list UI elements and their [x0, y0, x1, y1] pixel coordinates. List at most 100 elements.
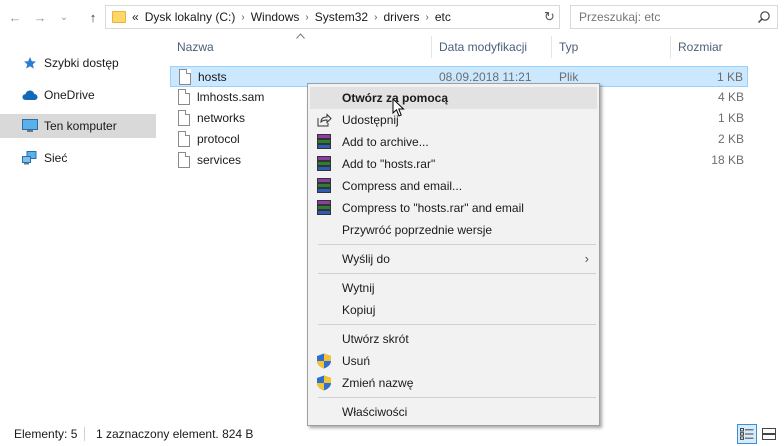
back-arrow-icon: ← — [8, 9, 22, 25]
computer-icon — [22, 118, 38, 134]
forward-arrow-icon: → — [33, 9, 47, 25]
large-icons-view-button[interactable] — [759, 424, 779, 444]
breadcrumb-item-etc[interactable]: etc — [435, 10, 451, 24]
recent-locations-button[interactable]: ⌄ — [57, 6, 71, 28]
file-size: 2 KB — [717, 132, 744, 146]
status-bar: Elementy: 5 1 zaznaczony element. 824 B — [0, 422, 784, 446]
menu-item-label: Kopiuj — [342, 303, 376, 317]
menu-item-cut[interactable]: Wytnij — [310, 277, 597, 299]
menu-item-label: Wytnij — [342, 281, 375, 295]
column-header-label: Nazwa — [177, 40, 214, 54]
file-date: 08.09.2018 11:21 — [439, 70, 532, 84]
winrar-icon — [316, 156, 332, 172]
status-separator — [84, 427, 85, 441]
menu-item-compress-and-email[interactable]: Compress and email... — [310, 175, 597, 197]
menu-item-label: Add to archive... — [342, 135, 429, 149]
column-header-name[interactable]: Nazwa — [170, 36, 432, 58]
column-header-date[interactable]: Data modyfikacji — [432, 36, 552, 58]
file-type: Plik — [559, 70, 579, 84]
menu-item-create-shortcut[interactable]: Utwórz skrót — [310, 328, 597, 350]
column-header-type[interactable]: Typ — [552, 36, 671, 58]
menu-item-send-to[interactable]: Wyślij do › — [310, 248, 597, 270]
winrar-icon — [316, 134, 332, 150]
winrar-icon — [316, 178, 332, 194]
breadcrumb-chevron-icon[interactable]: › — [425, 12, 428, 23]
folder-icon — [112, 11, 126, 23]
menu-item-properties[interactable]: Właściwości — [310, 401, 597, 423]
up-arrow-icon: ↑ — [89, 9, 97, 25]
file-name: networks — [197, 111, 246, 125]
file-icon — [178, 89, 190, 105]
menu-item-label: Przywróć poprzednie wersje — [342, 223, 493, 237]
status-selection-info: 1 zaznaczony element. 824 B — [96, 427, 254, 441]
menu-item-compress-to-hosts-rar-and-email[interactable]: Compress to "hosts.rar" and email — [310, 197, 597, 219]
large-icons-view-icon — [762, 428, 776, 440]
column-headers: Nazwa Data modyfikacji Typ Rozmiar — [170, 36, 784, 58]
menu-item-delete[interactable]: Usuń — [310, 350, 597, 372]
menu-item-label: Właściwości — [342, 405, 408, 419]
menu-item-restore-previous-versions[interactable]: Przywróć poprzednie wersje — [310, 219, 597, 241]
share-icon — [317, 113, 332, 127]
file-icon — [178, 131, 190, 147]
nav-item-network[interactable]: Sieć — [0, 146, 156, 170]
column-header-size[interactable]: Rozmiar — [671, 36, 748, 58]
menu-item-label: Zmień nazwę — [342, 376, 414, 390]
menu-item-share[interactable]: Udostępnij — [310, 109, 597, 131]
menu-item-label: Utwórz skrót — [342, 332, 409, 346]
menu-item-label: Usuń — [342, 354, 371, 368]
nav-item-onedrive[interactable]: OneDrive — [0, 83, 156, 107]
column-header-label: Data modyfikacji — [439, 40, 528, 54]
search-box[interactable] — [570, 5, 778, 29]
breadcrumb-chevron-icon[interactable]: › — [374, 12, 377, 23]
nav-item-this-pc[interactable]: Ten komputer — [0, 114, 156, 138]
chevron-right-icon: › — [584, 251, 589, 266]
details-view-button[interactable] — [737, 424, 757, 444]
breadcrumb-item-drive[interactable]: Dysk lokalny (C:) — [145, 10, 236, 24]
file-name: protocol — [197, 132, 240, 146]
menu-item-add-to-hosts-rar[interactable]: Add to "hosts.rar" — [310, 153, 597, 175]
menu-item-label: Compress and email... — [342, 179, 463, 193]
breadcrumb-item-system32[interactable]: System32 — [315, 10, 368, 24]
file-icon — [178, 152, 190, 168]
nav-item-label: Ten komputer — [44, 119, 117, 133]
file-size: 4 KB — [717, 90, 744, 104]
up-button[interactable]: ↑ — [84, 6, 102, 28]
breadcrumb-chevron-icon[interactable]: › — [305, 12, 308, 23]
file-size: 18 KB — [711, 153, 744, 167]
address-bar[interactable]: « Dysk lokalny (C:) › Windows › System32… — [105, 5, 639, 29]
menu-separator — [318, 324, 596, 325]
file-size: 1 KB — [716, 70, 743, 84]
breadcrumb-item-windows[interactable]: Windows — [251, 10, 300, 24]
menu-item-open-with[interactable]: Otwórz za pomocą — [310, 87, 597, 109]
breadcrumb-overflow[interactable]: « — [132, 10, 139, 24]
context-menu: Otwórz za pomocą Udostępnij Add to archi… — [307, 83, 600, 426]
search-input[interactable] — [579, 9, 749, 25]
menu-item-copy[interactable]: Kopiuj — [310, 299, 597, 321]
menu-item-label: Add to "hosts.rar" — [342, 157, 436, 171]
sort-ascending-icon — [296, 33, 305, 39]
mouse-cursor-icon — [392, 98, 405, 117]
nav-item-quick-access[interactable]: Szybki dostęp — [0, 51, 156, 75]
forward-button[interactable]: → — [31, 6, 49, 28]
navigation-pane: Szybki dostęp OneDrive Ten komputer Sieć — [0, 36, 158, 422]
breadcrumb-item-drivers[interactable]: drivers — [383, 10, 419, 24]
chevron-down-icon: ⌄ — [59, 11, 69, 23]
nav-item-label: OneDrive — [44, 88, 95, 102]
file-icon — [178, 110, 190, 126]
file-name: lmhosts.sam — [197, 90, 265, 104]
menu-item-label: Udostępnij — [342, 113, 399, 127]
cloud-icon — [22, 87, 38, 103]
menu-item-add-to-archive[interactable]: Add to archive... — [310, 131, 597, 153]
back-button[interactable]: ← — [6, 6, 24, 28]
refresh-button[interactable]: ↻ — [540, 5, 560, 29]
menu-item-rename[interactable]: Zmień nazwę — [310, 372, 597, 394]
menu-separator — [318, 244, 596, 245]
breadcrumb: « Dysk lokalny (C:) › Windows › System32… — [132, 6, 457, 28]
file-size: 1 KB — [717, 111, 744, 125]
menu-item-label: Wyślij do — [342, 252, 390, 266]
menu-item-label: Compress to "hosts.rar" and email — [342, 201, 524, 215]
status-item-count: Elementy: 5 — [14, 427, 78, 441]
breadcrumb-chevron-icon[interactable]: › — [241, 12, 244, 23]
uac-shield-icon — [317, 353, 331, 369]
winrar-icon — [316, 200, 332, 216]
